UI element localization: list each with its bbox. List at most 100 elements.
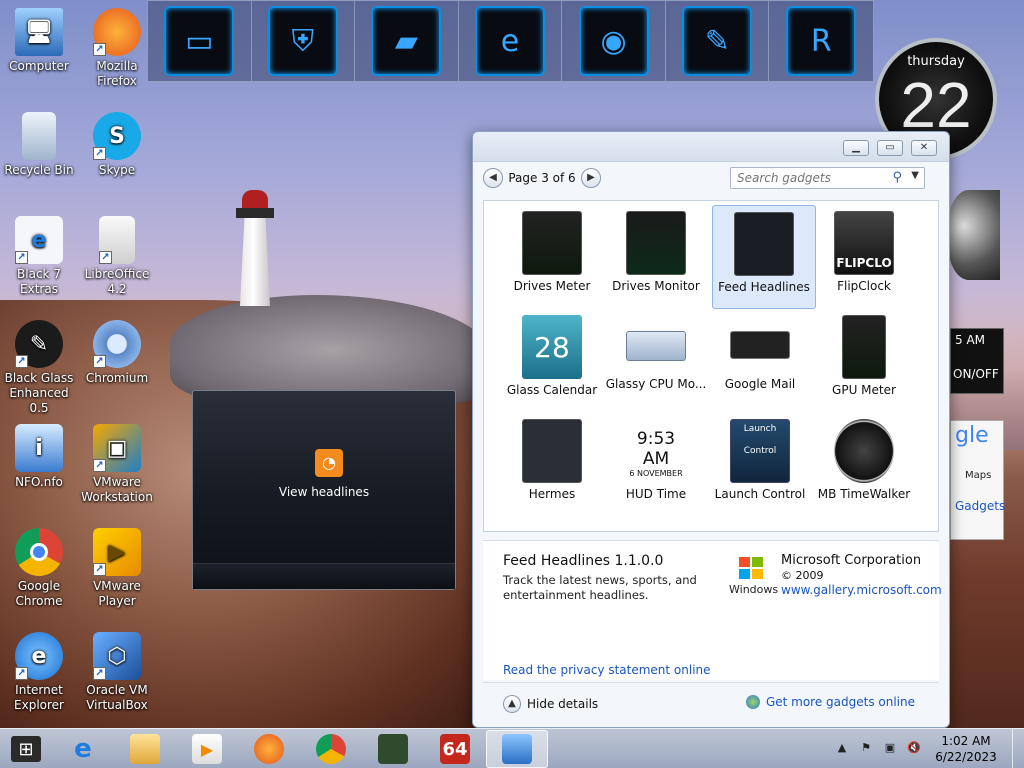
maximize-button[interactable]: ▭ <box>877 140 903 156</box>
search-icon[interactable]: ⚲ <box>892 170 902 185</box>
gadget-item-drives-meter[interactable]: Drives Meter <box>500 205 604 309</box>
drives-monitor-thumbnail <box>626 211 686 275</box>
taskbar-system-monitor[interactable] <box>362 730 424 768</box>
gadget-item-gpu-meter[interactable]: GPU Meter <box>812 309 916 413</box>
virtualbox-icon: ⬡ ↗ <box>93 632 141 680</box>
google-maps-option[interactable]: Maps <box>951 448 1003 481</box>
google-mail-thumbnail <box>730 331 790 359</box>
top-dock: ▭ ⛨ ▰ e ◉ ✎ R <box>147 0 874 82</box>
desktop-icon-nfo[interactable]: i NFO.nfo <box>0 424 78 490</box>
previous-page-button[interactable]: ◀ <box>483 168 503 188</box>
gallery-footer: ▲ Hide details Get more gadgets online <box>483 682 939 722</box>
gauge-gadget[interactable] <box>948 190 1000 280</box>
windows-logo-icon: Windows <box>729 557 778 597</box>
get-more-gadgets-link[interactable]: Get more gadgets online <box>745 695 915 709</box>
view-headlines-label[interactable]: View headlines <box>193 485 455 499</box>
gadget-item-hud-time[interactable]: 9:53 AM 6 NOVEMBER HUD Time <box>604 413 708 517</box>
privacy-link[interactable]: Read the privacy statement online <box>503 663 711 677</box>
gadget-item-flipclock[interactable]: FLIPCLO FlipClock <box>812 205 916 309</box>
search-box[interactable]: ⚲ ▼ <box>730 167 925 189</box>
libreoffice-icon: ↗ <box>99 216 135 264</box>
page-indicator: Page 3 of 6 <box>508 171 576 185</box>
show-desktop-button[interactable] <box>1012 729 1024 768</box>
partial-gadget[interactable]: 5 AM ON/OFF <box>950 328 1004 394</box>
firefox-icon: ◉ <box>578 6 649 76</box>
chromium-icon: ↗ <box>93 320 141 368</box>
dock-item-settings[interactable]: ✎ <box>666 1 770 81</box>
dock-item-documents[interactable]: ▰ <box>355 1 459 81</box>
gallery-toolbar: ◀ Page 3 of 6 ▶ ⚲ ▼ <box>483 162 939 194</box>
desktop-icon-google-chrome[interactable]: Google Chrome <box>0 528 78 609</box>
gadget-item-glassy-cpu-monitor[interactable]: Glassy CPU Mo... <box>604 309 708 413</box>
partial-gadget-time: 5 AM <box>955 333 986 347</box>
dock-item-computer[interactable]: ▭ <box>148 1 252 81</box>
dock-item-firefox[interactable]: ◉ <box>562 1 666 81</box>
close-button[interactable]: ✕ <box>911 140 937 156</box>
desktop-icon-libreoffice[interactable]: ↗ LibreOffice 4.2 <box>78 216 156 297</box>
globe-icon <box>745 695 760 709</box>
dock-item-internet-explorer[interactable]: e <box>459 1 563 81</box>
chevron-up-icon: ▲ <box>503 695 521 713</box>
computer-icon: 🖥 <box>15 8 63 56</box>
launch-control-thumbnail: Launch Control <box>730 419 790 483</box>
desktop-icon-vmware-workstation[interactable]: ▣ ↗ VMware Workstation <box>78 424 156 505</box>
details-copyright: © 2009 <box>781 569 824 582</box>
desktop-icon-black-glass[interactable]: ✎ ↗ Black Glass Enhanced 0.5 <box>0 320 78 416</box>
rss-icon: ◔ <box>315 449 343 477</box>
desktop-icon-skype[interactable]: S ↗ Skype <box>78 112 156 178</box>
dock-item-rocketdock[interactable]: R <box>769 1 873 81</box>
taskbar-media-player[interactable]: ▶ <box>176 730 238 768</box>
desktop-icon-virtualbox[interactable]: ⬡ ↗ Oracle VM VirtualBox <box>78 632 156 713</box>
search-input[interactable] <box>731 168 881 188</box>
ie-icon: e <box>475 6 546 76</box>
details-description: Track the latest news, sports, and enter… <box>503 573 697 602</box>
desktop-icon-internet-explorer[interactable]: e ↗ Internet Explorer <box>0 632 78 713</box>
chevron-down-icon[interactable]: ▼ <box>911 170 919 181</box>
gadget-item-google-mail[interactable]: Google Mail <box>708 309 812 413</box>
chevron-up-icon[interactable]: ▲ <box>833 741 851 757</box>
details-publisher: Microsoft Corporation <box>781 553 922 568</box>
desktop-icon-computer[interactable]: 🖥 Computer <box>0 8 78 74</box>
rocket-icon: R <box>786 6 857 76</box>
taskbar-clock[interactable]: 1:02 AM 6/22/2023 <box>926 733 1006 765</box>
network-icon[interactable]: ▣ <box>881 741 899 757</box>
google-gadget-fragment[interactable]: gle Maps Gadgets <box>950 420 1005 540</box>
start-button[interactable]: ⊞ <box>0 729 52 768</box>
taskbar-64[interactable]: 64 <box>424 730 486 768</box>
desktop-icon-black7-extras[interactable]: e ↗ Black 7 Extras <box>0 216 78 297</box>
firefox-icon: ↗ <box>93 8 141 56</box>
gadget-item-glass-calendar[interactable]: 28 Glass Calendar <box>500 309 604 413</box>
folder-icon: ▰ <box>371 6 442 76</box>
next-page-button[interactable]: ▶ <box>581 168 601 188</box>
desktop-icon-recycle-bin[interactable]: Recycle Bin <box>0 112 78 178</box>
desktop-icon-chromium[interactable]: ↗ Chromium <box>78 320 156 386</box>
cpu-monitor-thumbnail <box>626 331 686 361</box>
publisher-link[interactable]: www.gallery.microsoft.com <box>781 583 942 597</box>
gadget-item-mb-timewalker[interactable]: MB TimeWalker <box>812 413 916 517</box>
desktop-icon-vmware-player[interactable]: ▶ ↗ VMware Player <box>78 528 156 609</box>
speaker-icon[interactable]: 🔇 <box>905 741 923 757</box>
hide-details-button[interactable]: ▲ Hide details <box>503 695 598 713</box>
ie-icon: e ↗ <box>15 632 63 680</box>
feed-headlines-gadget[interactable]: ◔ View headlines <box>192 390 456 590</box>
taskbar-ie[interactable]: e <box>52 730 114 768</box>
desktop-icon-firefox[interactable]: ↗ Mozilla Firefox <box>78 8 156 89</box>
dock-item-shield[interactable]: ⛨ <box>252 1 356 81</box>
mb-timewalker-thumbnail <box>834 419 894 483</box>
flag-icon[interactable]: ⚑ <box>857 741 875 757</box>
taskbar-firefox[interactable] <box>238 730 300 768</box>
google-gadgets-link[interactable]: Gadgets <box>951 481 1005 513</box>
minimize-button[interactable]: ▁ <box>843 140 869 156</box>
gadget-item-feed-headlines[interactable]: Feed Headlines <box>712 205 816 309</box>
gadget-item-launch-control[interactable]: Launch Control Launch Control <box>708 413 812 517</box>
gadget-item-hermes[interactable]: Hermes <box>500 413 604 517</box>
recycle-bin-icon <box>22 112 56 160</box>
wallpaper-rock-top <box>170 295 490 405</box>
glass-calendar-thumbnail: 28 <box>522 315 582 379</box>
taskbar-chrome[interactable] <box>300 730 362 768</box>
gadget-item-drives-monitor[interactable]: Drives Monitor <box>604 205 708 309</box>
clock-time: 1:02 AM <box>941 734 991 748</box>
folder-icon <box>130 734 160 764</box>
taskbar-explorer[interactable] <box>114 730 176 768</box>
taskbar-gadgets[interactable] <box>486 730 548 768</box>
